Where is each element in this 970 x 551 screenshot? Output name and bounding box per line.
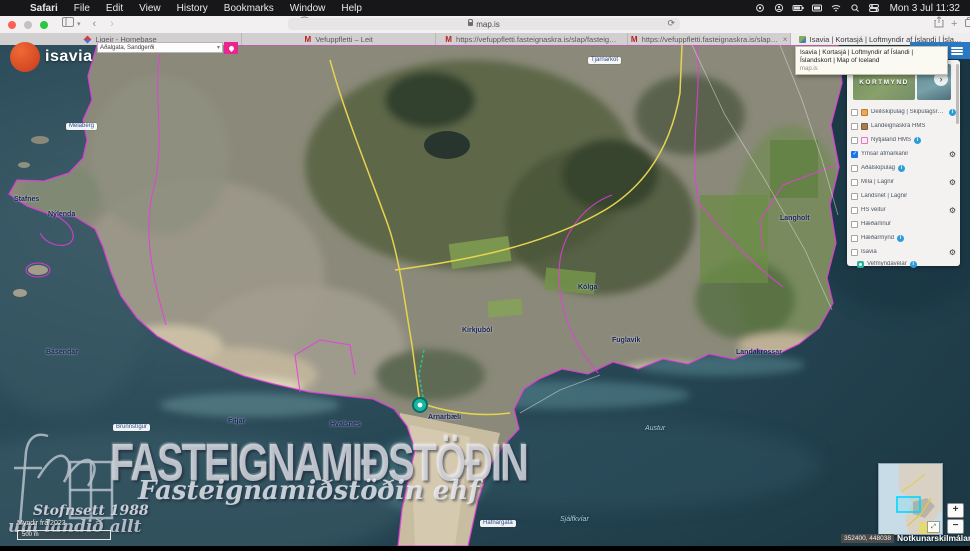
- map-label: Langholt: [780, 215, 810, 222]
- hamburger-menu-icon[interactable]: [951, 47, 963, 55]
- menu-help[interactable]: Help: [333, 3, 370, 14]
- map-favicon: [799, 36, 806, 43]
- map-pin-icon: [227, 44, 234, 51]
- water-label: Sjálfkvíar: [560, 516, 589, 523]
- fasteignaskra-favicon: M: [631, 36, 638, 43]
- isavia-logo-circle: [10, 42, 40, 72]
- search-input[interactable]: Aðalgata, Sandgerði ▾: [97, 42, 223, 53]
- map-label: Kirkjuból: [462, 327, 492, 334]
- menu-edit[interactable]: Edit: [98, 3, 131, 14]
- layer-checkbox[interactable]: [851, 109, 858, 116]
- layer-checkbox[interactable]: [851, 165, 858, 172]
- map-marker[interactable]: [413, 398, 427, 412]
- panel-scrollbar[interactable]: [956, 64, 959, 124]
- map-label: Hvalsnes: [330, 421, 361, 428]
- layer-swatch: [861, 123, 868, 130]
- chevron-down-icon[interactable]: ▾: [77, 16, 81, 33]
- status-user-icon[interactable]: [773, 3, 786, 13]
- menu-safari[interactable]: Safari: [22, 3, 66, 14]
- layer-swatch: [861, 109, 868, 116]
- map-label: Arnarbæli: [428, 414, 461, 421]
- water-label: Austur: [645, 425, 665, 432]
- zoom-in-button[interactable]: +: [947, 503, 964, 518]
- map-label: Nýlenda: [48, 211, 75, 218]
- isavia-logo-text: isavia: [45, 48, 92, 66]
- tab-tooltip: Isavia | Kortasjá | Loftmyndir af Ísland…: [795, 46, 948, 75]
- menu-history[interactable]: History: [169, 3, 216, 14]
- map-label: Kólga: [578, 284, 597, 291]
- new-tab-button[interactable]: +: [951, 16, 957, 33]
- share-icon[interactable]: [934, 16, 944, 34]
- layer-checkbox[interactable]: [851, 193, 858, 200]
- info-icon[interactable]: i: [914, 137, 921, 144]
- status-record-icon[interactable]: [754, 3, 767, 13]
- browser-toolbar: ▾ ‹ › map.is ⟳ +: [0, 16, 970, 34]
- fasteignaskra-favicon: M: [445, 36, 452, 43]
- map-label: Stafnes: [14, 196, 39, 203]
- menu-window[interactable]: Window: [282, 3, 334, 14]
- viewport-rectangle: [897, 497, 920, 512]
- layer-checkbox[interactable]: [851, 221, 858, 228]
- spotlight-search-icon[interactable]: [849, 3, 862, 13]
- gear-icon[interactable]: ⚙: [949, 248, 956, 257]
- chevron-down-icon[interactable]: ▾: [217, 44, 220, 51]
- map-label: Hafnargata: [480, 520, 516, 527]
- minimize-window-button[interactable]: [24, 21, 32, 29]
- imagery-date-note: Myndir frá 2023: [17, 520, 66, 527]
- control-center-icon[interactable]: [868, 3, 881, 13]
- info-icon[interactable]: i: [897, 235, 904, 242]
- layer-checkbox[interactable]: [851, 235, 858, 242]
- terms-of-use-link[interactable]: Notkunarskilmálar: [897, 533, 970, 543]
- display-icon[interactable]: [811, 3, 824, 13]
- close-window-button[interactable]: [8, 21, 16, 29]
- close-tab-icon[interactable]: ×: [783, 35, 788, 44]
- fasteignaskra-favicon: M: [304, 36, 311, 43]
- battery-icon[interactable]: [792, 3, 805, 13]
- menu-view[interactable]: View: [131, 3, 169, 14]
- layer-checkbox[interactable]: [851, 207, 858, 214]
- layer-checkbox[interactable]: [851, 249, 858, 256]
- layer-checkbox[interactable]: [851, 137, 858, 144]
- map-label: Básendar: [46, 349, 78, 356]
- lock-icon: [468, 22, 473, 26]
- address-url: map.is: [476, 20, 500, 29]
- sidebar-icon[interactable]: [62, 16, 74, 33]
- info-icon[interactable]: i: [949, 109, 956, 116]
- map-label: Tjarnarkot: [588, 57, 621, 64]
- scale-bar: 500 m: [17, 530, 111, 540]
- watermark-script: Fasteignamiðstöðin ehf: [138, 476, 479, 506]
- zoom-out-button[interactable]: −: [947, 519, 964, 534]
- layer-swatch: [861, 137, 868, 144]
- minimap-expand-icon[interactable]: ⤢: [927, 521, 940, 533]
- gear-icon[interactable]: ⚙: [949, 206, 956, 215]
- tab-overview-icon[interactable]: [965, 16, 970, 33]
- layer-checkbox-checked[interactable]: [851, 151, 858, 158]
- menu-bookmarks[interactable]: Bookmarks: [216, 3, 282, 14]
- map-label: Melaberg: [66, 123, 97, 130]
- menu-file[interactable]: File: [66, 3, 98, 14]
- gear-icon[interactable]: ⚙: [949, 150, 956, 159]
- forward-button[interactable]: ›: [110, 16, 114, 33]
- info-icon[interactable]: i: [910, 261, 917, 268]
- layers-panel: KORTMYND › Deiliskipulag | Skipulagsreit…: [847, 60, 960, 266]
- gear-icon[interactable]: ⚙: [949, 178, 956, 187]
- map-label: Fitjar: [228, 418, 245, 425]
- webcam-icon: [857, 261, 864, 268]
- map-label: Landakrossar: [736, 349, 782, 356]
- isavia-logo: isavia: [10, 42, 92, 72]
- address-bar[interactable]: map.is ⟳: [288, 18, 680, 30]
- zoom-window-button[interactable]: [40, 21, 48, 29]
- map-label: Brunnstígur: [113, 424, 150, 431]
- map-label: Fuglavík: [612, 337, 640, 344]
- reload-icon[interactable]: ⟳: [667, 18, 675, 29]
- menu-clock[interactable]: Mon 3 Jul 11:32: [884, 3, 970, 14]
- marker-tool-button[interactable]: [224, 42, 238, 54]
- cursor-coordinates: 352400, 448038: [841, 534, 894, 543]
- back-button[interactable]: ‹: [93, 16, 97, 33]
- menu-bar: Safari File Edit View History Bookmarks …: [0, 0, 970, 16]
- wifi-icon[interactable]: [830, 3, 843, 13]
- layer-checkbox[interactable]: [851, 179, 858, 186]
- layer-checkbox[interactable]: [851, 123, 858, 130]
- info-icon[interactable]: i: [898, 165, 905, 172]
